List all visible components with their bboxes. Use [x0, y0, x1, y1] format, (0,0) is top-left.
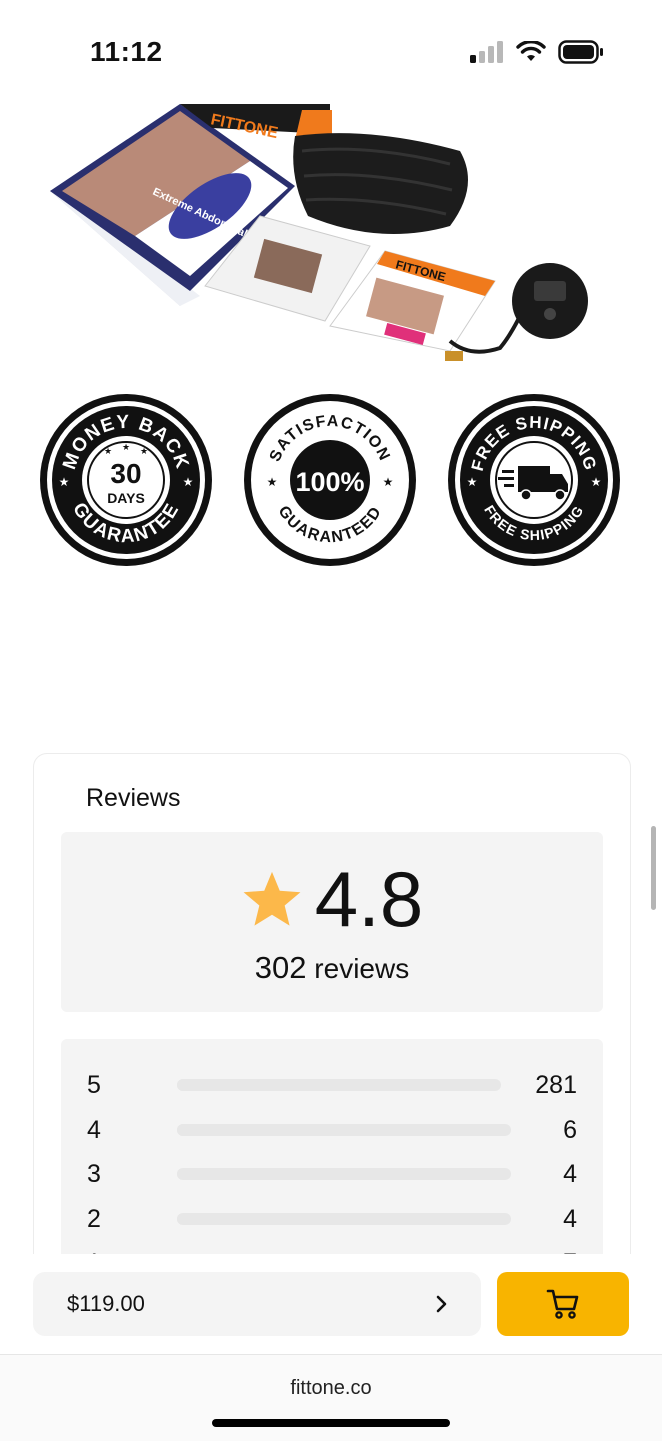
- status-bar: 11:12: [0, 0, 662, 100]
- wifi-icon: [516, 41, 546, 61]
- browser-address-bar: fittone.co: [0, 1354, 662, 1441]
- reviews-title: Reviews: [86, 784, 181, 812]
- money-back-badge: MONEY BACK GUARANTEE 30 DAYS ★ ★ ★ ★ ★: [40, 394, 212, 566]
- home-indicator[interactable]: [212, 1419, 450, 1427]
- svg-text:★: ★: [467, 475, 478, 489]
- distribution-stars: 2: [87, 1205, 101, 1233]
- distribution-row: 3 4: [61, 1154, 603, 1194]
- scrollbar-thumb[interactable]: [651, 826, 656, 910]
- distribution-row: 5 281: [61, 1065, 603, 1105]
- distribution-count: 6: [563, 1116, 577, 1144]
- svg-text:★: ★: [383, 475, 394, 489]
- distribution-stars: 5: [87, 1071, 101, 1099]
- star-icon: [243, 871, 301, 926]
- svg-text:★: ★: [59, 475, 70, 489]
- price-text: $119.00: [67, 1291, 145, 1316]
- distribution-count: 281: [535, 1071, 577, 1099]
- rating-summary: 4.8 302 reviews: [61, 832, 603, 1012]
- distribution-row: 2 4: [61, 1199, 603, 1239]
- battery-icon: [558, 40, 603, 64]
- svg-text:★: ★: [122, 442, 130, 452]
- average-rating: 4.8: [314, 855, 424, 943]
- distribution-bar: [177, 1168, 511, 1180]
- distribution-bar: [177, 1213, 511, 1225]
- distribution-bar: [177, 1124, 511, 1136]
- free-shipping-badge: FREE SHIPPING FREE SHIPPING ★ ★: [448, 394, 620, 566]
- cart-icon: [546, 1289, 579, 1319]
- add-to-cart-button[interactable]: [497, 1272, 629, 1336]
- svg-text:★: ★: [267, 475, 278, 489]
- svg-text:★: ★: [104, 446, 112, 456]
- svg-text:★: ★: [183, 475, 194, 489]
- review-count: 302 reviews: [61, 950, 603, 986]
- distribution-bar: [177, 1079, 501, 1091]
- purchase-bar: $119.00: [0, 1254, 662, 1354]
- satisfaction-badge: SATISFACTION GUARANTEED 100% ★ ★: [244, 394, 416, 566]
- distribution-stars: 3: [87, 1160, 101, 1188]
- distribution-count: 4: [563, 1160, 577, 1188]
- review-count-label: reviews: [314, 953, 410, 984]
- status-icons: [470, 40, 604, 64]
- status-time: 11:12: [90, 36, 163, 67]
- svg-text:★: ★: [140, 446, 148, 456]
- svg-text:★: ★: [591, 475, 602, 489]
- product-image: FITTONE Extreme Abdominal Toning FITTONE: [40, 96, 630, 386]
- price-selector-button[interactable]: $119.00: [33, 1272, 481, 1336]
- review-count-number: 302: [254, 950, 307, 985]
- cellular-signal-icon: [470, 41, 503, 63]
- badge-center-main: 30: [110, 458, 141, 489]
- chevron-right-icon: [435, 1294, 449, 1314]
- badge-center-main: 100%: [295, 467, 364, 497]
- distribution-stars: 4: [87, 1116, 101, 1144]
- distribution-row: 4 6: [61, 1110, 603, 1150]
- reviews-card: Reviews 4.8 302 reviews 5 281 4 6 3 4 2 …: [33, 753, 631, 1295]
- url-text[interactable]: fittone.co: [0, 1377, 662, 1400]
- trust-badges: MONEY BACK GUARANTEE 30 DAYS ★ ★ ★ ★ ★ S…: [0, 392, 662, 572]
- badge-center-sub: DAYS: [107, 490, 145, 506]
- distribution-count: 4: [563, 1205, 577, 1233]
